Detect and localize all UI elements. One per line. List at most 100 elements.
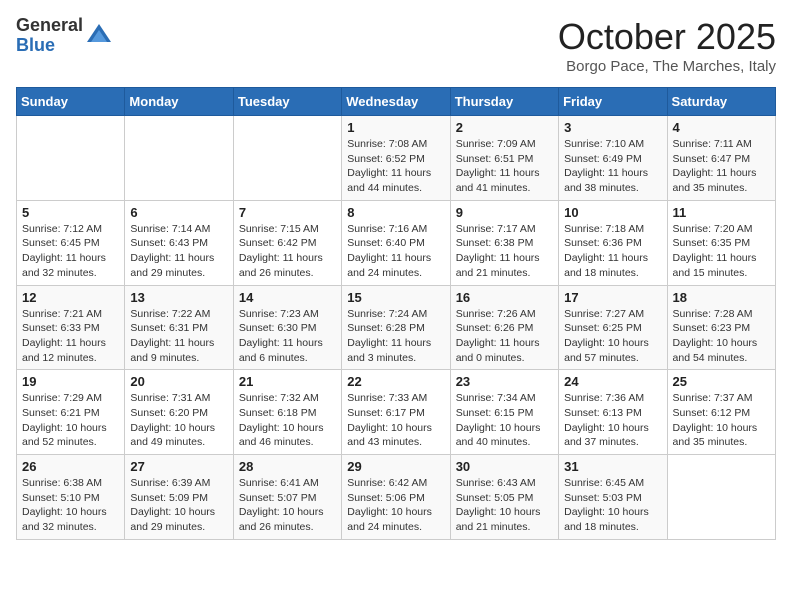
day-cell: 12 Sunrise: 7:21 AM Sunset: 6:33 PM Dayli… — [17, 285, 125, 370]
weekday-header-saturday: Saturday — [667, 88, 775, 116]
week-row-5: 26Sunrise: 6:38 AM Sunset: 5:10 PM Dayli… — [17, 455, 776, 540]
day-info: Sunrise: 7:12 AM Sunset: 6:45 PM Dayligh… — [22, 222, 119, 281]
week-row-3: 12 Sunrise: 7:21 AM Sunset: 6:33 PM Dayli… — [17, 285, 776, 370]
day-info: Sunrise: 7:24 AM Sunset: 6:28 PM Dayligh… — [347, 307, 444, 366]
day-cell: 8 Sunrise: 7:16 AM Sunset: 6:40 PM Daylig… — [342, 200, 450, 285]
day-number: 5 — [22, 205, 119, 220]
day-cell: 13Sunrise: 7:22 AM Sunset: 6:31 PM Dayli… — [125, 285, 233, 370]
day-info: Sunrise: 7:22 AM Sunset: 6:31 PM Dayligh… — [130, 307, 227, 366]
day-number: 24 — [564, 374, 661, 389]
day-number: 16 — [456, 290, 553, 305]
day-number: 19 — [22, 374, 119, 389]
day-info: Sunrise: 7:21 AM Sunset: 6:33 PM Dayligh… — [22, 307, 119, 366]
day-info: Sunrise: 6:45 AM Sunset: 5:03 PM Dayligh… — [564, 476, 661, 535]
day-cell: 17 Sunrise: 7:27 AM Sunset: 6:25 PM Dayli… — [559, 285, 667, 370]
day-info: Sunrise: 7:36 AM Sunset: 6:13 PM Dayligh… — [564, 391, 661, 450]
day-info: Sunrise: 7:17 AM Sunset: 6:38 PM Dayligh… — [456, 222, 553, 281]
month-title: October 2025 — [558, 16, 776, 58]
day-info: Sunrise: 7:31 AM Sunset: 6:20 PM Dayligh… — [130, 391, 227, 450]
day-info: Sunrise: 6:43 AM Sunset: 5:05 PM Dayligh… — [456, 476, 553, 535]
calendar-table: SundayMondayTuesdayWednesdayThursdayFrid… — [16, 87, 776, 540]
day-info: Sunrise: 7:27 AM Sunset: 6:25 PM Dayligh… — [564, 307, 661, 366]
page-header: General Blue October 2025 Borgo Pace, Th… — [16, 16, 776, 75]
day-cell: 24 Sunrise: 7:36 AM Sunset: 6:13 PM Dayli… — [559, 370, 667, 455]
day-number: 18 — [673, 290, 770, 305]
location: Borgo Pace, The Marches, Italy — [558, 58, 776, 75]
weekday-header-sunday: Sunday — [17, 88, 125, 116]
day-number: 22 — [347, 374, 444, 389]
day-cell: 2Sunrise: 7:09 AM Sunset: 6:51 PM Daylig… — [450, 116, 558, 201]
day-number: 14 — [239, 290, 336, 305]
day-cell: 19 Sunrise: 7:29 AM Sunset: 6:21 PM Dayli… — [17, 370, 125, 455]
day-cell — [667, 455, 775, 540]
day-cell — [125, 116, 233, 201]
day-number: 9 — [456, 205, 553, 220]
day-info: Sunrise: 7:37 AM Sunset: 6:12 PM Dayligh… — [673, 391, 770, 450]
logo-blue: Blue — [16, 36, 83, 56]
day-info: Sunrise: 6:39 AM Sunset: 5:09 PM Dayligh… — [130, 476, 227, 535]
weekday-header-row: SundayMondayTuesdayWednesdayThursdayFrid… — [17, 88, 776, 116]
day-cell: 29 Sunrise: 6:42 AM Sunset: 5:06 PM Dayli… — [342, 455, 450, 540]
day-info: Sunrise: 7:11 AM Sunset: 6:47 PM Dayligh… — [673, 137, 770, 196]
day-info: Sunrise: 7:26 AM Sunset: 6:26 PM Dayligh… — [456, 307, 553, 366]
day-cell: 25Sunrise: 7:37 AM Sunset: 6:12 PM Dayli… — [667, 370, 775, 455]
day-number: 7 — [239, 205, 336, 220]
day-number: 29 — [347, 459, 444, 474]
day-info: Sunrise: 7:23 AM Sunset: 6:30 PM Dayligh… — [239, 307, 336, 366]
day-cell: 26Sunrise: 6:38 AM Sunset: 5:10 PM Dayli… — [17, 455, 125, 540]
day-cell: 23 Sunrise: 7:34 AM Sunset: 6:15 PM Dayli… — [450, 370, 558, 455]
day-number: 20 — [130, 374, 227, 389]
day-number: 26 — [22, 459, 119, 474]
day-cell: 27Sunrise: 6:39 AM Sunset: 5:09 PM Dayli… — [125, 455, 233, 540]
weekday-header-wednesday: Wednesday — [342, 88, 450, 116]
day-cell: 15 Sunrise: 7:24 AM Sunset: 6:28 PM Dayli… — [342, 285, 450, 370]
day-number: 3 — [564, 120, 661, 135]
day-info: Sunrise: 6:42 AM Sunset: 5:06 PM Dayligh… — [347, 476, 444, 535]
day-number: 21 — [239, 374, 336, 389]
day-info: Sunrise: 7:34 AM Sunset: 6:15 PM Dayligh… — [456, 391, 553, 450]
day-info: Sunrise: 7:16 AM Sunset: 6:40 PM Dayligh… — [347, 222, 444, 281]
day-cell: 18 Sunrise: 7:28 AM Sunset: 6:23 PM Dayli… — [667, 285, 775, 370]
day-info: Sunrise: 6:41 AM Sunset: 5:07 PM Dayligh… — [239, 476, 336, 535]
day-cell: 9 Sunrise: 7:17 AM Sunset: 6:38 PM Daylig… — [450, 200, 558, 285]
day-number: 17 — [564, 290, 661, 305]
day-cell: 14 Sunrise: 7:23 AM Sunset: 6:30 PM Dayli… — [233, 285, 341, 370]
day-cell: 16 Sunrise: 7:26 AM Sunset: 6:26 PM Dayli… — [450, 285, 558, 370]
day-cell: 7 Sunrise: 7:15 AM Sunset: 6:42 PM Daylig… — [233, 200, 341, 285]
day-cell: 11Sunrise: 7:20 AM Sunset: 6:35 PM Dayli… — [667, 200, 775, 285]
day-number: 28 — [239, 459, 336, 474]
day-info: Sunrise: 7:18 AM Sunset: 6:36 PM Dayligh… — [564, 222, 661, 281]
day-info: Sunrise: 7:33 AM Sunset: 6:17 PM Dayligh… — [347, 391, 444, 450]
day-info: Sunrise: 7:08 AM Sunset: 6:52 PM Dayligh… — [347, 137, 444, 196]
day-cell: 10 Sunrise: 7:18 AM Sunset: 6:36 PM Dayli… — [559, 200, 667, 285]
day-cell: 3 Sunrise: 7:10 AM Sunset: 6:49 PM Daylig… — [559, 116, 667, 201]
day-number: 30 — [456, 459, 553, 474]
day-cell: 5 Sunrise: 7:12 AM Sunset: 6:45 PM Daylig… — [17, 200, 125, 285]
day-number: 2 — [456, 120, 553, 135]
weekday-header-friday: Friday — [559, 88, 667, 116]
day-info: Sunrise: 7:14 AM Sunset: 6:43 PM Dayligh… — [130, 222, 227, 281]
day-info: Sunrise: 7:10 AM Sunset: 6:49 PM Dayligh… — [564, 137, 661, 196]
day-number: 8 — [347, 205, 444, 220]
day-cell — [17, 116, 125, 201]
day-number: 23 — [456, 374, 553, 389]
day-info: Sunrise: 7:32 AM Sunset: 6:18 PM Dayligh… — [239, 391, 336, 450]
title-block: October 2025 Borgo Pace, The Marches, It… — [558, 16, 776, 75]
day-number: 15 — [347, 290, 444, 305]
day-number: 10 — [564, 205, 661, 220]
weekday-header-tuesday: Tuesday — [233, 88, 341, 116]
day-cell: 4Sunrise: 7:11 AM Sunset: 6:47 PM Daylig… — [667, 116, 775, 201]
weekday-header-thursday: Thursday — [450, 88, 558, 116]
day-number: 11 — [673, 205, 770, 220]
day-info: Sunrise: 7:29 AM Sunset: 6:21 PM Dayligh… — [22, 391, 119, 450]
day-number: 31 — [564, 459, 661, 474]
day-cell: 1Sunrise: 7:08 AM Sunset: 6:52 PM Daylig… — [342, 116, 450, 201]
logo-icon — [85, 22, 113, 50]
week-row-2: 5 Sunrise: 7:12 AM Sunset: 6:45 PM Daylig… — [17, 200, 776, 285]
day-info: Sunrise: 7:15 AM Sunset: 6:42 PM Dayligh… — [239, 222, 336, 281]
week-row-4: 19 Sunrise: 7:29 AM Sunset: 6:21 PM Dayli… — [17, 370, 776, 455]
day-number: 12 — [22, 290, 119, 305]
day-info: Sunrise: 7:28 AM Sunset: 6:23 PM Dayligh… — [673, 307, 770, 366]
day-cell — [233, 116, 341, 201]
logo: General Blue — [16, 16, 113, 56]
